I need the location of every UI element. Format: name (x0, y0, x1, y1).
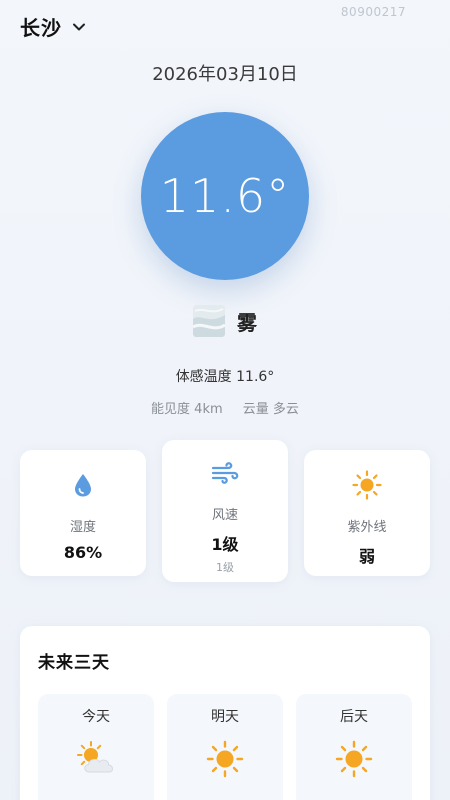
forecast-day-after-tomorrow[interactable]: 后天 (296, 694, 412, 800)
city-name: 长沙 (20, 16, 62, 40)
wind-label: 风速 (211, 508, 238, 523)
weather-page: 长沙 80900217 2026年03月10日 11.6° 雾 体感温度 11.… (0, 0, 450, 800)
weather-condition: 雾 (0, 305, 450, 337)
sun-icon (296, 740, 412, 778)
chevron-down-icon (73, 23, 85, 30)
wind-value: 1级 (211, 535, 239, 554)
humidity-value: 86% (63, 543, 103, 562)
watermark-text: 80900217 (340, 5, 406, 19)
forecast-day-tomorrow[interactable]: 明天 (167, 694, 283, 800)
partly-cloudy-icon (38, 740, 154, 776)
temperature-circle: 11.6° (141, 112, 309, 280)
forecast-day-today[interactable]: 今天 (38, 694, 154, 800)
detail-row: 能见度 4km 云量 多云 (0, 398, 450, 417)
current-date: 2026年03月10日 (152, 64, 298, 85)
top-bar: 长沙 80900217 (0, 0, 450, 56)
day-name: 今天 (82, 709, 110, 725)
wind-card[interactable]: 风速 1级 1级 (162, 440, 288, 582)
feels-like: 体感温度 11.6° (175, 369, 275, 385)
humidity-label: 湿度 (69, 520, 96, 535)
water-drop-icon (20, 468, 146, 502)
condition-label: 雾 (237, 310, 257, 335)
wind-icon (162, 456, 288, 490)
sun-icon (304, 468, 430, 502)
forecast-panel: 未来三天 今天 明天 后天 (20, 626, 430, 800)
cloud-text: 云量 多云 (242, 402, 299, 417)
wind-sub-value: 1级 (216, 561, 234, 574)
humidity-card[interactable]: 湿度 86% (20, 450, 146, 576)
city-selector[interactable]: 长沙 (20, 12, 86, 41)
forecast-title: 未来三天 (38, 653, 110, 673)
sun-icon (167, 740, 283, 778)
visibility-text: 能见度 4km (151, 402, 223, 417)
uv-label: 紫外线 (347, 520, 387, 535)
current-temperature: 11.6° (159, 169, 291, 223)
uv-value: 弱 (358, 547, 375, 566)
day-name: 明天 (211, 709, 239, 725)
uv-card[interactable]: 紫外线 弱 (304, 450, 430, 576)
fog-icon (193, 305, 225, 337)
day-name: 后天 (340, 709, 368, 725)
